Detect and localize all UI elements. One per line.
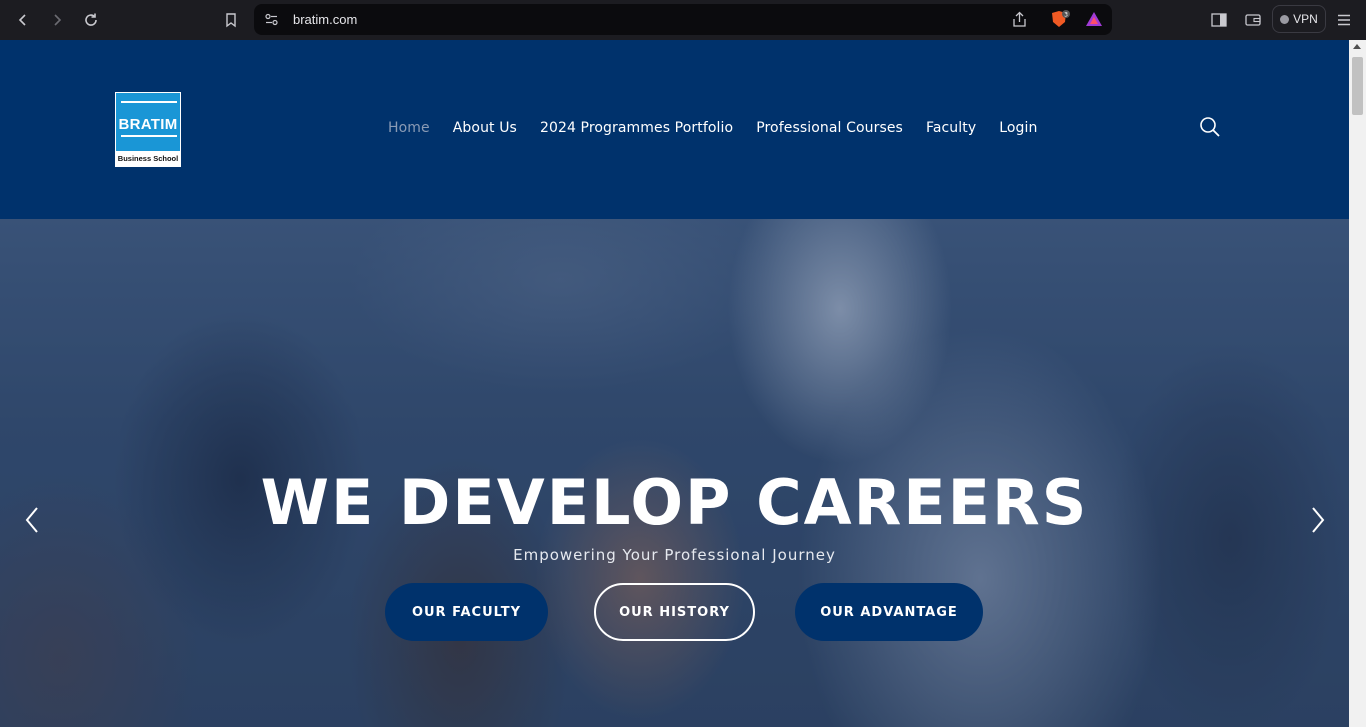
hero-title: WE DEVELOP CAREERS: [260, 466, 1089, 539]
hero-subtitle: Empowering Your Professional Journey: [513, 546, 836, 564]
nav-professional-courses[interactable]: Professional Courses: [756, 120, 903, 136]
vpn-label: VPN: [1293, 12, 1318, 26]
rewards-icon[interactable]: [1085, 11, 1103, 32]
logo-mark: BRATIM: [116, 93, 180, 151]
shield-badge: 3: [1064, 11, 1068, 18]
our-faculty-button[interactable]: OUR FACULTY: [385, 583, 548, 641]
sidebar-icon[interactable]: [1206, 7, 1232, 33]
back-icon[interactable]: [10, 7, 36, 33]
nav-faculty[interactable]: Faculty: [926, 120, 976, 136]
vpn-button[interactable]: VPN: [1272, 5, 1326, 33]
share-icon[interactable]: [1011, 11, 1028, 33]
our-history-button[interactable]: OUR HISTORY: [594, 583, 755, 641]
slider-prev-icon[interactable]: [22, 505, 42, 535]
site-header: BRATIM Business School Home About Us 202…: [0, 40, 1349, 219]
site-logo[interactable]: BRATIM Business School: [115, 92, 181, 167]
our-advantage-button[interactable]: OUR ADVANTAGE: [795, 583, 983, 641]
site-settings-icon[interactable]: [264, 12, 279, 32]
browser-toolbar: bratim.com 3 VPN: [0, 0, 1366, 40]
page-viewport: BRATIM Business School Home About Us 202…: [0, 40, 1349, 727]
main-nav: Home About Us 2024 Programmes Portfolio …: [388, 120, 1061, 136]
wallet-icon[interactable]: [1240, 7, 1266, 33]
logo-line-top: [121, 101, 177, 103]
brave-shields-icon[interactable]: 3: [1050, 10, 1072, 34]
nav-programmes-portfolio[interactable]: 2024 Programmes Portfolio: [540, 120, 733, 136]
url-text[interactable]: bratim.com: [293, 12, 357, 27]
logo-line-bottom: [121, 135, 177, 137]
slider-next-icon[interactable]: [1308, 505, 1328, 535]
logo-name: BRATIM: [118, 116, 178, 133]
vpn-status-icon: [1280, 14, 1290, 24]
logo-tagline: Business School: [117, 154, 179, 163]
hero-slider: WE DEVELOP CAREERS Empowering Your Profe…: [0, 219, 1349, 727]
search-icon[interactable]: [1199, 116, 1221, 138]
forward-icon[interactable]: [44, 7, 70, 33]
bookmark-icon[interactable]: [218, 7, 244, 33]
page-scrollbar[interactable]: [1349, 40, 1366, 727]
address-bar[interactable]: bratim.com 3: [254, 4, 1112, 35]
scroll-thumb[interactable]: [1352, 57, 1363, 115]
menu-icon[interactable]: [1331, 7, 1357, 33]
reload-icon[interactable]: [78, 7, 104, 33]
scroll-up-icon[interactable]: [1353, 44, 1361, 49]
nav-about-us[interactable]: About Us: [453, 120, 517, 136]
nav-login[interactable]: Login: [999, 120, 1037, 136]
nav-home[interactable]: Home: [388, 120, 430, 136]
